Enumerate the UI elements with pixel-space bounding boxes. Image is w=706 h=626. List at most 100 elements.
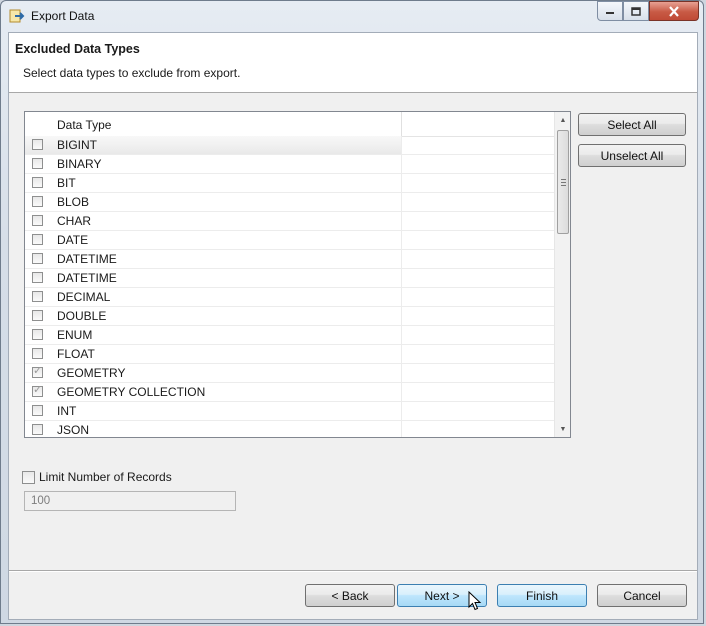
column-divider — [401, 307, 402, 325]
data-type-cell[interactable]: BLOB — [25, 193, 401, 211]
data-type-cell[interactable]: BIT — [25, 174, 401, 192]
row-checkbox[interactable] — [32, 291, 43, 302]
title-bar[interactable]: Export Data — [1, 1, 703, 31]
back-button[interactable]: < Back — [305, 584, 395, 607]
column-divider — [401, 250, 402, 268]
data-type-cell[interactable]: ✓ GEOMETRY — [25, 364, 401, 382]
table-row[interactable]: BLOB — [25, 193, 554, 212]
data-type-cell[interactable]: DECIMAL — [25, 288, 401, 306]
maximize-button[interactable] — [623, 1, 649, 21]
table-row[interactable]: DATETIME — [25, 250, 554, 269]
data-type-cell[interactable]: DATETIME — [25, 269, 401, 287]
minimize-icon — [606, 12, 614, 14]
row-checkbox[interactable] — [32, 348, 43, 359]
row-label: BIT — [57, 176, 76, 190]
row-checkbox[interactable]: ✓ — [32, 365, 43, 378]
unselect-all-button[interactable]: Unselect All — [578, 144, 686, 167]
data-type-cell[interactable]: DATE — [25, 231, 401, 249]
data-type-cell[interactable]: JSON — [25, 421, 401, 437]
checkmark-icon: ✓ — [33, 365, 43, 377]
table-row[interactable]: ENUM — [25, 326, 554, 345]
row-checkbox[interactable] — [32, 215, 43, 226]
footer-separator — [9, 570, 697, 572]
table-rows: BIGINT BINARY BIT BLOB CHAR DATE DATETIME DATET… — [25, 136, 554, 437]
page-title: Excluded Data Types — [15, 42, 140, 56]
column-divider — [401, 193, 402, 211]
page-description: Select data types to exclude from export… — [23, 66, 241, 80]
scroll-down-arrow-icon[interactable]: ▼ — [555, 421, 570, 437]
data-type-table[interactable]: Data Type BIGINT BINARY BIT BLOB CHAR DATE DAT… — [24, 111, 571, 438]
data-type-cell[interactable]: BIGINT — [25, 136, 401, 154]
table-header: Data Type — [25, 112, 554, 137]
data-type-cell[interactable]: DOUBLE — [25, 307, 401, 325]
data-type-cell[interactable]: ✓ GEOMETRY COLLECTION — [25, 383, 401, 401]
export-data-dialog: Export Data Excluded Data Types Select d… — [0, 0, 704, 624]
table-row[interactable]: ✓ GEOMETRY COLLECTION — [25, 383, 554, 402]
table-row[interactable]: BIGINT — [25, 136, 554, 155]
row-label: INT — [57, 404, 77, 418]
row-checkbox[interactable] — [32, 196, 43, 207]
scrollbar-thumb[interactable] — [557, 130, 569, 234]
table-row[interactable]: INT — [25, 402, 554, 421]
row-label: DATETIME — [57, 271, 117, 285]
column-divider — [401, 383, 402, 401]
column-divider — [401, 269, 402, 287]
column-divider — [401, 345, 402, 363]
row-checkbox[interactable] — [32, 158, 43, 169]
select-all-button[interactable]: Select All — [578, 113, 686, 136]
table-row[interactable]: BIT — [25, 174, 554, 193]
row-label: JSON — [57, 423, 90, 437]
column-divider — [401, 402, 402, 420]
data-type-cell[interactable]: FLOAT — [25, 345, 401, 363]
column-divider — [401, 326, 402, 344]
window-title: Export Data — [31, 9, 95, 23]
row-label: BINARY — [57, 157, 102, 171]
data-type-cell[interactable]: BINARY — [25, 155, 401, 173]
row-checkbox[interactable] — [32, 139, 43, 150]
maximize-icon — [631, 6, 641, 16]
column-divider — [401, 212, 402, 230]
row-label: CHAR — [57, 214, 92, 228]
row-label: ENUM — [57, 328, 93, 342]
column-divider — [401, 174, 402, 192]
table-row[interactable]: JSON — [25, 421, 554, 437]
export-data-icon — [9, 9, 25, 23]
table-row[interactable]: DATE — [25, 231, 554, 250]
row-label: DATE — [57, 233, 89, 247]
mouse-pointer-icon — [468, 591, 482, 611]
row-checkbox[interactable] — [32, 177, 43, 188]
table-row[interactable]: BINARY — [25, 155, 554, 174]
limit-records-label: Limit Number of Records — [39, 470, 172, 484]
limit-records-checkbox[interactable] — [22, 471, 35, 484]
row-checkbox[interactable] — [32, 329, 43, 340]
table-row[interactable]: DECIMAL — [25, 288, 554, 307]
data-type-cell[interactable]: CHAR — [25, 212, 401, 230]
column-divider — [401, 155, 402, 173]
row-checkbox[interactable]: ✓ — [32, 384, 43, 397]
data-type-cell[interactable]: INT — [25, 402, 401, 420]
data-type-cell[interactable]: DATETIME — [25, 250, 401, 268]
table-row[interactable]: CHAR — [25, 212, 554, 231]
close-icon — [669, 5, 679, 17]
row-checkbox[interactable] — [32, 234, 43, 245]
table-row[interactable]: DOUBLE — [25, 307, 554, 326]
row-checkbox[interactable] — [32, 424, 43, 435]
row-checkbox[interactable] — [32, 253, 43, 264]
minimize-button[interactable] — [597, 1, 623, 21]
table-row[interactable]: FLOAT — [25, 345, 554, 364]
cancel-button[interactable]: Cancel — [597, 584, 687, 607]
table-row[interactable]: DATETIME — [25, 269, 554, 288]
row-checkbox[interactable] — [32, 310, 43, 321]
table-row[interactable]: ✓ GEOMETRY — [25, 364, 554, 383]
checkmark-icon: ✓ — [33, 384, 43, 396]
close-button[interactable] — [649, 1, 699, 21]
scroll-up-arrow-icon[interactable]: ▲ — [555, 112, 570, 128]
limit-records-input[interactable]: 100 — [24, 491, 236, 511]
column-header-data-type[interactable]: Data Type — [57, 118, 111, 132]
finish-button[interactable]: Finish — [497, 584, 587, 607]
data-type-cell[interactable]: ENUM — [25, 326, 401, 344]
row-checkbox[interactable] — [32, 272, 43, 283]
vertical-scrollbar[interactable]: ▲ ▼ — [554, 112, 570, 437]
column-divider — [401, 231, 402, 249]
row-checkbox[interactable] — [32, 405, 43, 416]
